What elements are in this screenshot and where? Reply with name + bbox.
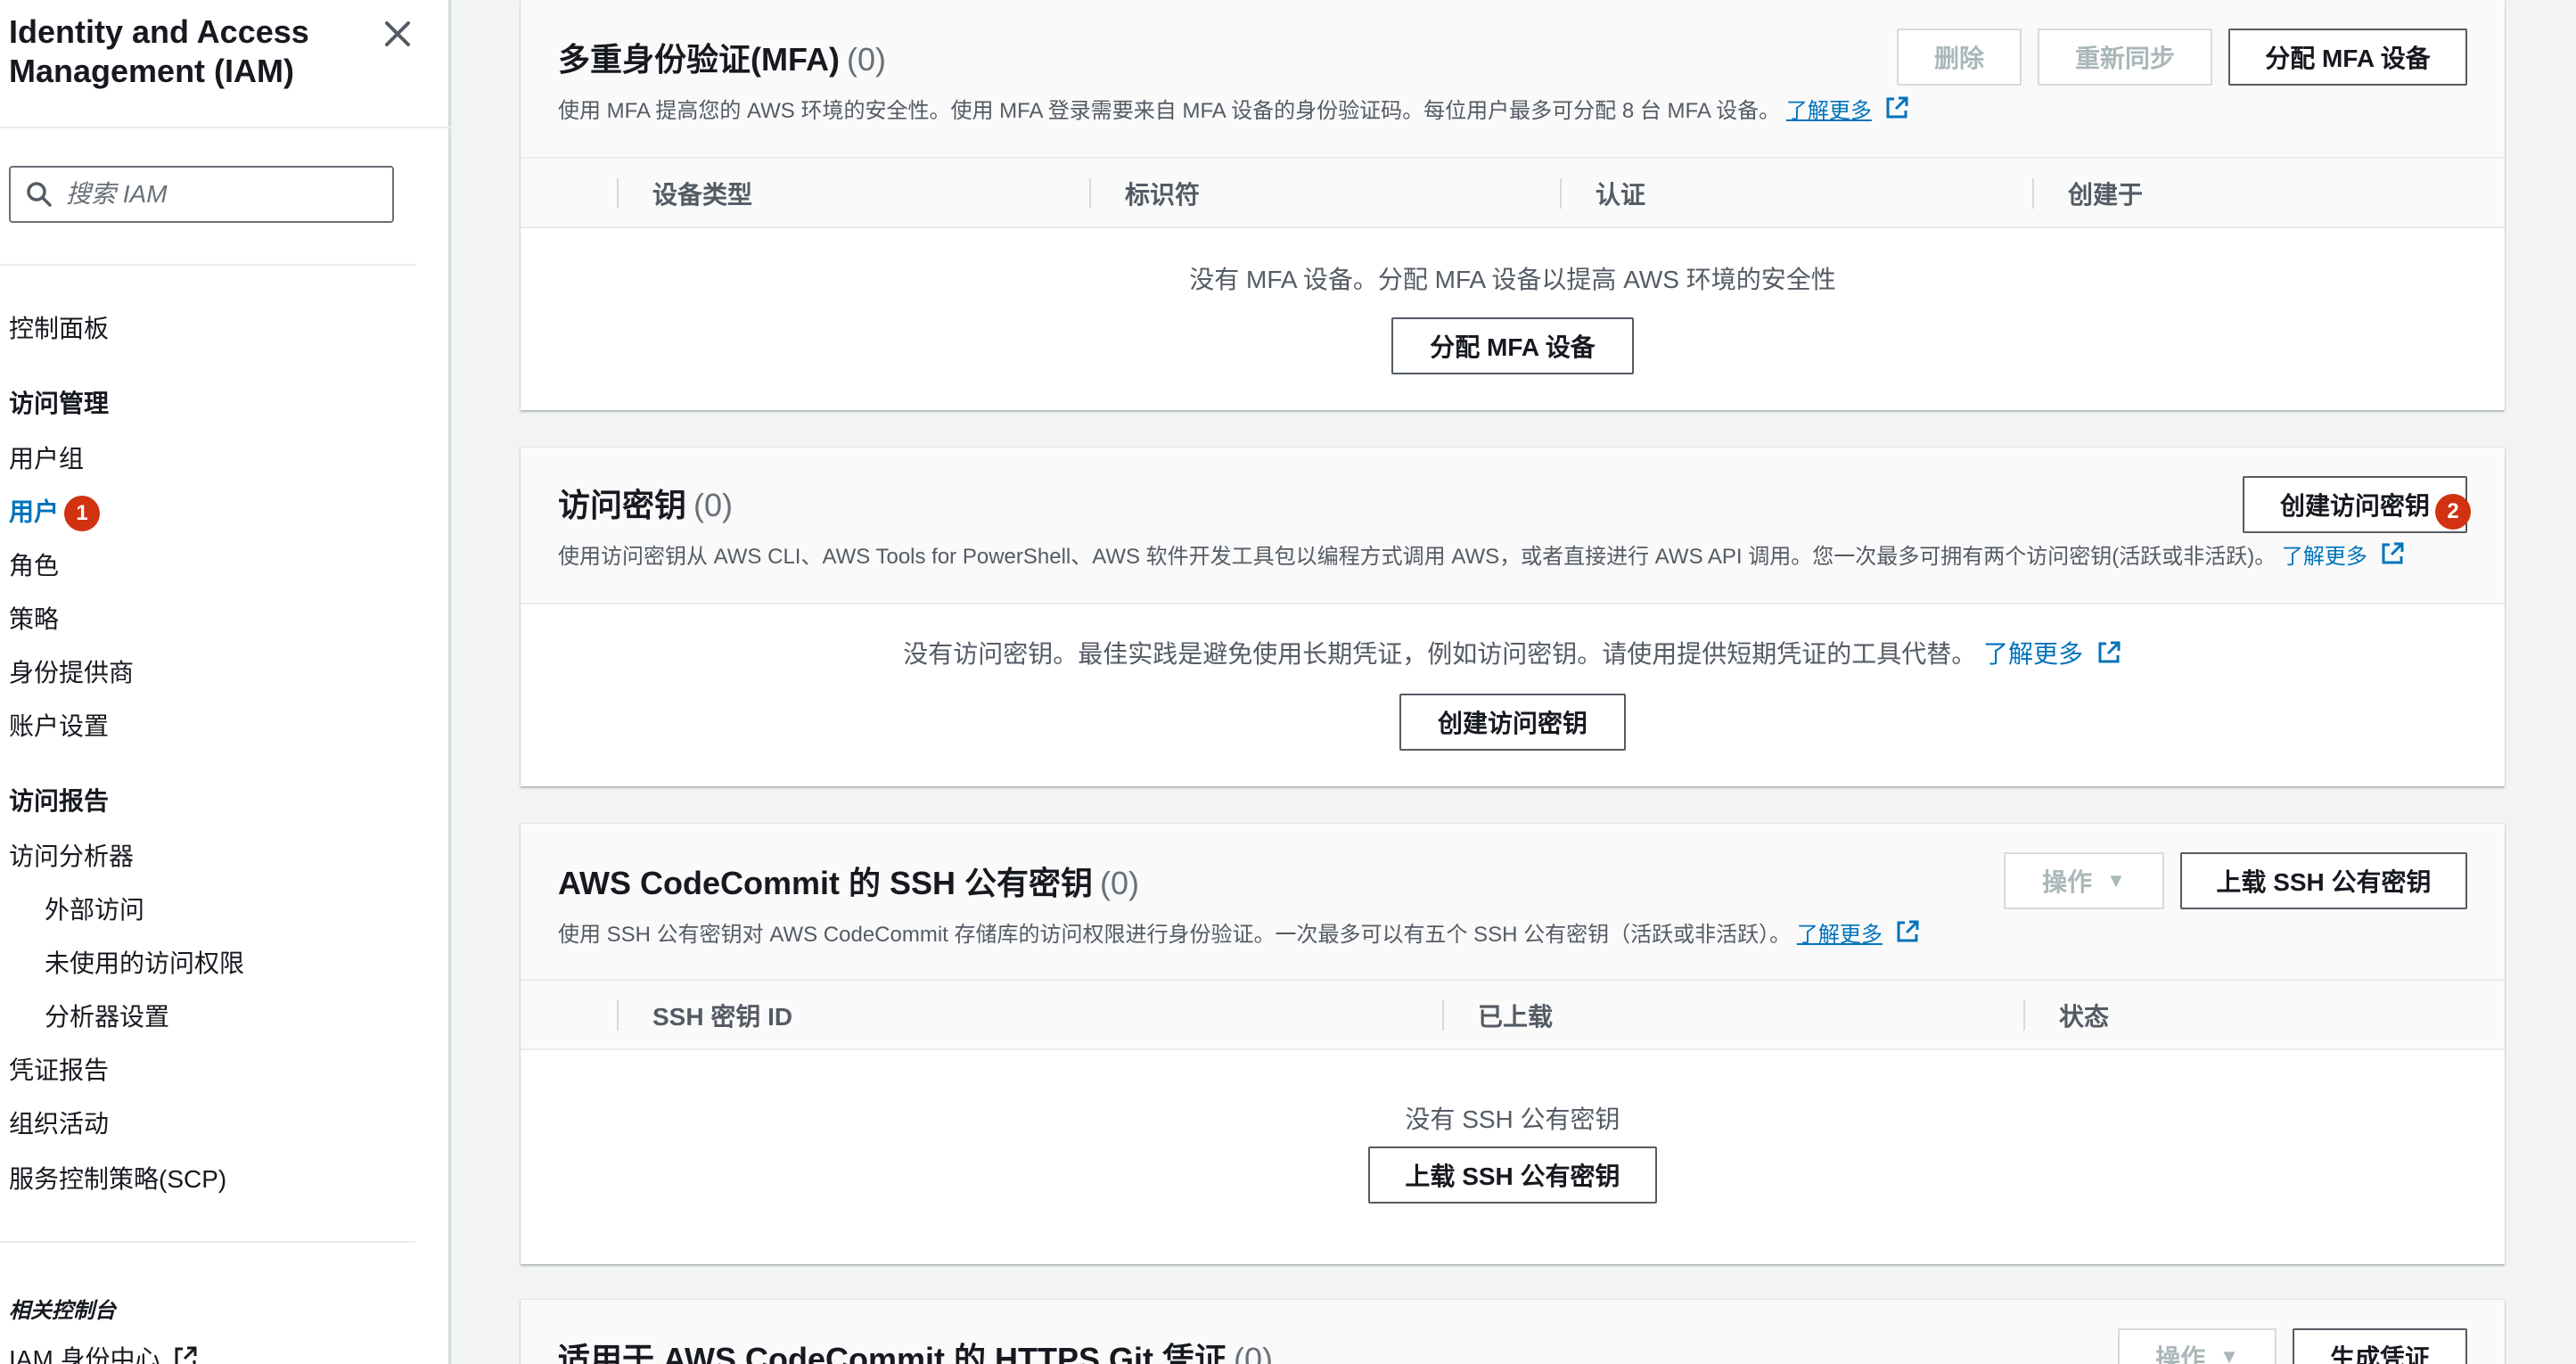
ssh-col-uploaded[interactable]: 已上载 [1442,981,1553,1050]
nav-user-groups[interactable]: 用户组 [9,444,84,474]
create-access-key-button[interactable]: 创建访问密钥 [2243,476,2467,533]
mfa-count: (0) [846,41,886,78]
ssh-keys-panel: AWS CodeCommit 的 SSH 公有密钥 (0) 使用 SSH 公有密钥… [521,824,2505,1264]
mfa-assign-empty-button[interactable]: 分配 MFA 设备 [1391,317,1634,374]
nav-section-related-consoles: 相关控制台 [9,1299,116,1323]
access-keys-panel: 访问密钥 (0) 使用访问密钥从 AWS CLI、AWS Tools for Po… [521,448,2505,786]
mfa-table-header: 设备类型 标识符 认证 创建于 [521,159,2505,228]
nav-credential-report[interactable]: 凭证报告 [9,1056,109,1086]
mfa-panel-header: 多重身份验证(MFA) (0) 使用 MFA 提高您的 AWS 环境的安全性。使用… [521,0,2505,159]
nav-access-analyzer[interactable]: 访问分析器 [9,842,134,872]
ssh-keys-title: AWS CodeCommit 的 SSH 公有密钥 (0) [558,858,1139,904]
external-link-icon [1886,96,1908,119]
ssh-keys-description: 使用 SSH 公有密钥对 AWS CodeCommit 存储库的访问权限进行身份… [558,916,1921,948]
mfa-col-created[interactable]: 创建于 [2032,159,2143,228]
create-access-key-label: 创建访问密钥 [2279,492,2430,520]
ssh-empty-action: 上载 SSH 公有密钥 [521,1146,2505,1204]
https-git-actions-button[interactable]: 操作 ▼ [2118,1328,2277,1364]
search-icon [27,182,52,207]
mfa-col-device-type[interactable]: 设备类型 [617,159,752,228]
mfa-col-certification[interactable]: 认证 [1560,159,1645,228]
https-git-panel: 适用于 AWS CodeCommit 的 HTTPS Git 凭证 (0) 操作 ▼… [521,1300,2505,1364]
access-keys-panel-header: 访问密钥 (0) 使用访问密钥从 AWS CLI、AWS Tools for Po… [521,448,2505,604]
https-git-title-text: 适用于 AWS CodeCommit 的 HTTPS Git 凭证 [558,1341,1227,1364]
ssh-keys-title-text: AWS CodeCommit 的 SSH 公有密钥 [558,865,1094,901]
sidebar-divider [0,127,451,128]
upload-ssh-key-button[interactable]: 上载 SSH 公有密钥 [2180,852,2467,909]
nav-analyzer-settings[interactable]: 分析器设置 [45,1002,169,1032]
nav-policies[interactable]: 策略 [9,604,59,635]
nav-users[interactable]: 用户 1 [9,496,101,531]
mfa-resync-button[interactable]: 重新同步 [2038,29,2212,86]
nav-users-label: 用户 [9,497,60,526]
access-keys-count: (0) [693,487,734,523]
ssh-actions-button[interactable]: 操作 ▼ [2004,852,2164,909]
https-git-count: (0) [1234,1341,1274,1364]
nav-unused-access[interactable]: 未使用的访问权限 [45,949,244,979]
mfa-delete-button[interactable]: 删除 [1897,29,2022,86]
https-git-panel-header: 适用于 AWS CodeCommit 的 HTTPS Git 凭证 (0) 操作 ▼… [521,1300,2505,1364]
step-badge: 2 [2435,494,2471,530]
nav-iam-identity-center-label: IAM 身份中心 [9,1345,160,1364]
ssh-col-status[interactable]: 状态 [2023,981,2109,1050]
external-link-icon [2098,641,2121,663]
ssh-keys-learn-more-link[interactable]: 了解更多 [1797,923,1883,947]
access-keys-title: 访问密钥 (0) [558,480,733,526]
generate-credentials-button[interactable]: 生成凭证 [2293,1328,2467,1364]
access-keys-empty-learn-more-link[interactable]: 了解更多 [1983,640,2083,668]
nav-external-access[interactable]: 外部访问 [45,895,144,925]
access-keys-empty-message: 没有访问密钥。最佳实践是避免使用长期凭证，例如访问密钥。请使用提供短期凭证的工具… [903,640,1977,668]
access-keys-description-text: 使用访问密钥从 AWS CLI、AWS Tools for PowerShell… [558,545,2277,569]
sidebar: Identity and Access Management (IAM) 控制面… [0,0,451,1364]
mfa-empty-text: 没有 MFA 设备。分配 MFA 设备以提高 AWS 环境的安全性 [1189,266,1836,293]
nav-section-access-reports: 访问报告 [9,787,110,815]
mfa-empty-action: 分配 MFA 设备 [521,317,2505,374]
mfa-description-text: 使用 MFA 提高您的 AWS 环境的安全性。使用 MFA 登录需要来自 MFA… [558,99,1781,123]
mfa-description: 使用 MFA 提高您的 AWS 环境的安全性。使用 MFA 登录需要来自 MFA… [558,93,1910,124]
ssh-keys-count: (0) [1100,865,1140,901]
mfa-learn-more-link[interactable]: 了解更多 [1786,99,1872,123]
nav-iam-identity-center[interactable]: IAM 身份中心 [9,1344,199,1364]
nav-dashboard[interactable]: 控制面板 [9,314,109,344]
access-keys-empty-text: 没有访问密钥。最佳实践是避免使用长期凭证，例如访问密钥。请使用提供短期凭证的工具… [521,635,2505,670]
ssh-keys-description-text: 使用 SSH 公有密钥对 AWS CodeCommit 存储库的访问权限进行身份… [558,923,1792,947]
nav-section-access-management: 访问管理 [9,390,110,417]
sidebar-title: Identity and Access Management (IAM) [9,13,309,89]
search-box[interactable] [9,166,394,223]
nav-account-settings[interactable]: 账户设置 [9,711,109,742]
access-keys-title-text: 访问密钥 [558,487,687,523]
mfa-title-text: 多重身份验证(MFA) [558,41,840,78]
access-keys-description: 使用访问密钥从 AWS CLI、AWS Tools for PowerShell… [558,538,2406,570]
mfa-col-identifier[interactable]: 标识符 [1089,159,1200,228]
caret-down-icon: ▼ [2106,869,2126,892]
close-icon[interactable] [380,16,415,52]
external-link-icon [175,1346,197,1364]
caret-down-icon: ▼ [2219,1345,2239,1364]
ssh-actions-label: 操作 [2042,868,2093,896]
https-git-title: 适用于 AWS CodeCommit 的 HTTPS Git 凭证 (0) [558,1334,1273,1364]
nav-scp[interactable]: 服务控制策略(SCP) [9,1164,226,1195]
access-keys-empty-action: 创建访问密钥 [521,694,2505,751]
ssh-table-header: SSH 密钥 ID 已上载 状态 [521,981,2505,1050]
search-input[interactable] [66,180,369,209]
sidebar-divider [0,264,415,266]
nav-roles[interactable]: 角色 [9,551,59,581]
step-badge: 1 [64,496,101,531]
external-link-icon [1897,920,1919,942]
mfa-title: 多重身份验证(MFA) (0) [558,34,886,80]
access-keys-learn-more-link[interactable]: 了解更多 [2282,545,2367,569]
sidebar-divider [0,1241,415,1243]
mfa-panel: 多重身份验证(MFA) (0) 使用 MFA 提高您的 AWS 环境的安全性。使用… [521,0,2505,410]
create-access-key-empty-button[interactable]: 创建访问密钥 [1399,694,1626,751]
mfa-assign-button[interactable]: 分配 MFA 设备 [2228,29,2467,86]
nav-organization-activity[interactable]: 组织活动 [9,1109,109,1139]
https-git-actions-label: 操作 [2155,1344,2206,1364]
ssh-keys-panel-header: AWS CodeCommit 的 SSH 公有密钥 (0) 使用 SSH 公有密钥… [521,824,2505,981]
nav-identity-providers[interactable]: 身份提供商 [9,658,134,688]
ssh-col-key-id[interactable]: SSH 密钥 ID [617,981,792,1050]
upload-ssh-key-empty-button[interactable]: 上载 SSH 公有密钥 [1368,1146,1657,1204]
external-link-icon [2382,542,2404,564]
ssh-empty-text: 没有 SSH 公有密钥 [1405,1105,1620,1133]
